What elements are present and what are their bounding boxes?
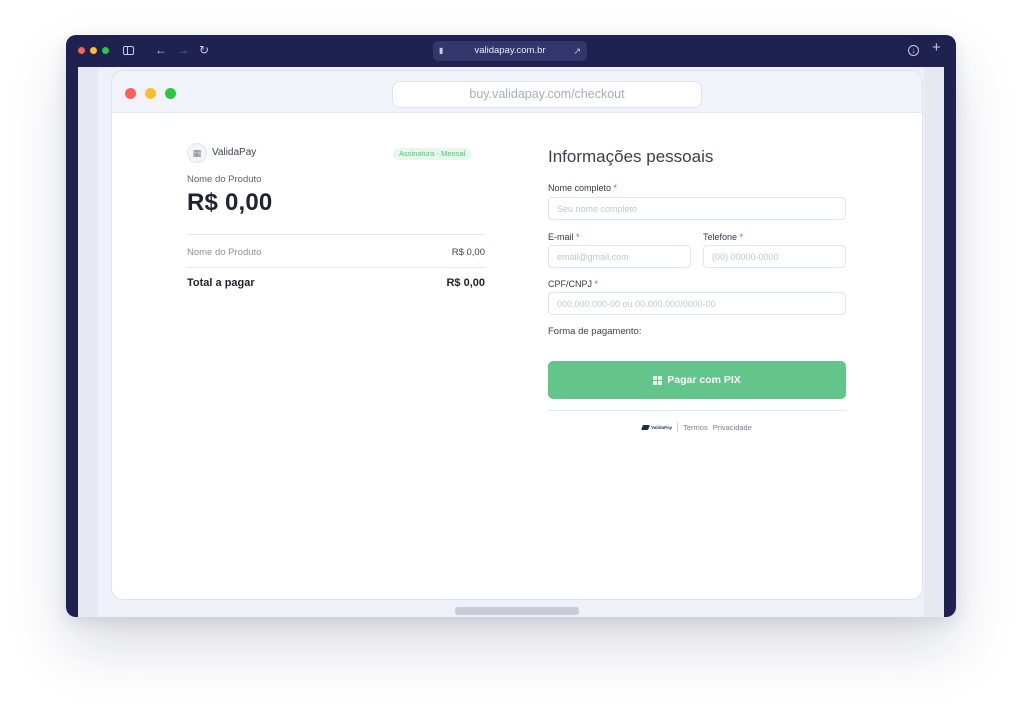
total-label: Total a pagar — [187, 277, 255, 289]
required-mark: * — [594, 279, 599, 289]
mockup-url-bar: buy.validapay.com/checkout — [392, 81, 702, 108]
pay-button-label: Pagar com PIX — [667, 374, 741, 386]
product-price: R$ 0,00 — [187, 189, 273, 216]
footer-divider — [548, 410, 846, 411]
arrow-left-icon[interactable]: ← — [155, 43, 167, 57]
browser-address-bar[interactable]: ▮ validapay.com.br ↗ — [433, 41, 587, 61]
line-item-value: R$ 0,00 — [451, 247, 485, 258]
required-mark: * — [576, 232, 580, 242]
qr-code-icon — [653, 375, 663, 385]
phone-label: Telefone * — [703, 232, 743, 242]
document-label: CPF/CNPJ * — [548, 279, 598, 289]
terms-link[interactable]: Termos — [683, 423, 708, 432]
arrow-right-icon[interactable]: → — [177, 43, 189, 57]
browser-address-text: validapay.com.br — [474, 45, 546, 56]
horizontal-scrollbar[interactable] — [455, 607, 579, 615]
total-value: R$ 0,00 — [446, 277, 485, 289]
browser-toolbar: ← → ↻ ▮ validapay.com.br ↗ ↓ + — [66, 35, 956, 67]
footer-separator — [677, 422, 679, 432]
download-icon[interactable]: ↓ — [908, 45, 919, 56]
footer-logo-text: ValidaPay — [651, 424, 673, 430]
full-name-label: Nome completo * — [548, 183, 617, 193]
personal-info-panel: Informações pessoais Nome completo * E-m… — [516, 113, 922, 599]
mockup-minimize-dot — [145, 88, 156, 99]
plus-icon[interactable]: + — [932, 40, 941, 55]
summary-divider-bottom — [187, 267, 485, 268]
sidebar-icon[interactable] — [123, 46, 134, 55]
email-input[interactable] — [548, 245, 691, 268]
document-label-text: CPF/CNPJ — [548, 279, 593, 289]
email-label: E-mail * — [548, 232, 580, 242]
full-name-input[interactable] — [548, 197, 846, 220]
brand-name: ValidaPay — [212, 147, 257, 158]
document-input[interactable] — [548, 292, 846, 315]
store-icon: ▦ — [187, 143, 207, 163]
checkout-footer: ValidaPay Termos Privacidade — [548, 421, 846, 433]
phone-input[interactable] — [703, 245, 846, 268]
mockup-maximize-dot — [165, 88, 176, 99]
payment-method-label: Forma de pagamento: — [548, 326, 642, 337]
product-name: Nome do Produto — [187, 174, 262, 185]
pay-with-pix-button[interactable]: Pagar com PIX — [548, 361, 846, 399]
order-summary-panel: ▦ ValidaPay Assinatura - Mensal Nome do … — [112, 113, 516, 599]
summary-divider-top — [187, 234, 485, 235]
maximize-window-button[interactable] — [102, 47, 109, 54]
privacy-link[interactable]: Privacidade — [713, 423, 752, 432]
lock-icon: ▮ — [439, 46, 444, 55]
form-title: Informações pessoais — [548, 147, 714, 166]
browser-window: ← → ↻ ▮ validapay.com.br ↗ ↓ + buy.valid… — [66, 35, 956, 617]
required-mark: * — [739, 232, 744, 242]
checkout-mockup-window: buy.validapay.com/checkout ▦ ValidaPay A… — [111, 70, 923, 600]
mockup-close-dot — [125, 88, 136, 99]
plan-badge: Assinatura - Mensal — [393, 148, 472, 160]
footer-logo: ValidaPay — [641, 424, 673, 430]
email-label-text: E-mail — [548, 232, 574, 242]
share-icon[interactable]: ↗ — [573, 41, 581, 61]
required-mark: * — [613, 183, 618, 193]
viewport-left-gutter — [78, 67, 98, 617]
viewport-right-gutter — [924, 67, 944, 617]
phone-label-text: Telefone — [703, 232, 738, 242]
reload-icon[interactable]: ↻ — [199, 43, 209, 57]
line-item-label: Nome do Produto — [187, 247, 262, 258]
close-window-button[interactable] — [78, 47, 85, 54]
logo-mark-icon — [641, 424, 651, 430]
mockup-title-bar: buy.validapay.com/checkout — [112, 71, 922, 113]
minimize-window-button[interactable] — [90, 47, 97, 54]
page-viewport: buy.validapay.com/checkout ▦ ValidaPay A… — [78, 67, 944, 617]
full-name-label-text: Nome completo — [548, 183, 612, 193]
